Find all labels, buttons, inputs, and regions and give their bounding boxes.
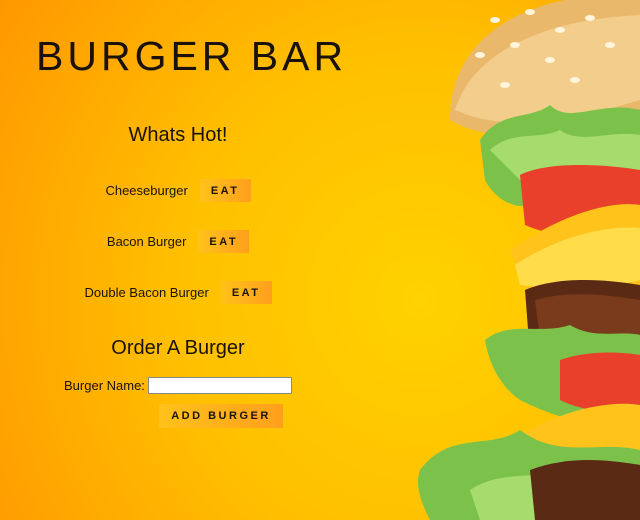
- burger-name-form-row: Burger Name:: [64, 377, 292, 394]
- order-burger-heading: Order A Burger: [111, 337, 245, 359]
- add-burger-button[interactable]: ADD BURGER: [159, 404, 283, 428]
- menu-item-bacon-burger: Bacon Burger EAT: [40, 230, 316, 253]
- eat-button[interactable]: EAT: [220, 281, 272, 304]
- burger-hero-image: [418, 0, 640, 520]
- menu-item-name: Cheeseburger: [105, 183, 188, 198]
- menu-item-cheeseburger: Cheeseburger EAT: [40, 179, 316, 202]
- eat-button[interactable]: EAT: [199, 179, 251, 202]
- whats-hot-heading: Whats Hot!: [128, 124, 228, 146]
- page-title: BURGER BAR: [36, 33, 348, 79]
- eat-button[interactable]: EAT: [198, 230, 250, 253]
- menu-item-name: Double Bacon Burger: [84, 285, 209, 300]
- burger-name-input[interactable]: [147, 377, 292, 394]
- burger-name-label: Burger Name:: [64, 378, 145, 393]
- menu-item-double-bacon-burger: Double Bacon Burger EAT: [40, 281, 316, 304]
- menu-item-name: Bacon Burger: [106, 234, 187, 249]
